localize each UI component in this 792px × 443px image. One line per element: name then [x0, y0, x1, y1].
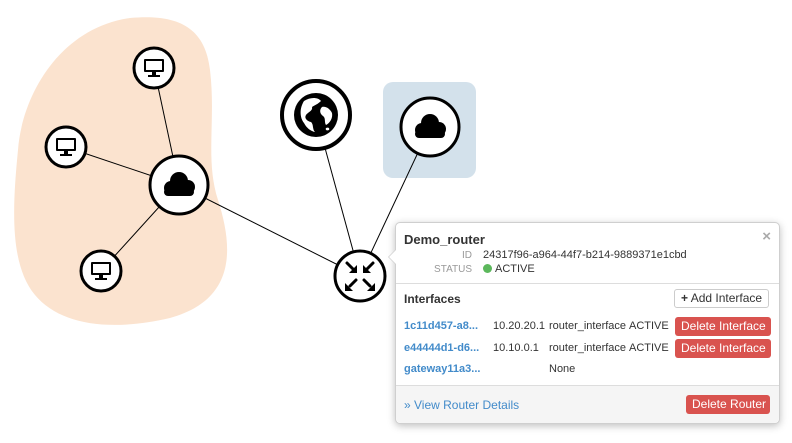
delete-router-button[interactable]: Delete Router	[686, 395, 770, 414]
interface-id-link[interactable]: 1c11d457-a8...	[404, 320, 478, 332]
delete-interface-button[interactable]: Delete Interface	[675, 317, 771, 336]
instance-node-1[interactable]	[132, 46, 176, 90]
interface-ip: 10.20.20.1	[493, 320, 545, 332]
interface-id-link[interactable]: e44444d1-d6...	[404, 342, 479, 354]
network-topology-canvas: × Demo_router ID 24317f96-a964-44f7-b214…	[0, 0, 792, 443]
external-network-node[interactable]	[399, 96, 461, 158]
interface-row-2: e44444d1-d6... 10.10.0.1 router_interfac…	[396, 339, 779, 359]
instance-node-2[interactable]	[44, 125, 88, 169]
interface-status: ACTIVE	[629, 320, 669, 332]
interface-type: router_interface	[549, 320, 627, 332]
interface-type: None	[549, 363, 576, 375]
interfaces-heading: Interfaces	[404, 292, 461, 306]
popover-arrow	[388, 249, 396, 265]
interface-id-link[interactable]: gateway11a3...	[404, 363, 480, 375]
status-label: STATUS	[434, 264, 472, 275]
router-id-row: ID 24317f96-a964-44f7-b214-9889371e1cbd	[396, 249, 766, 263]
status-dot-icon	[483, 264, 492, 273]
divider	[396, 283, 779, 284]
instance-node-3[interactable]	[79, 249, 123, 293]
view-router-details-link[interactable]: » View Router Details	[404, 398, 519, 412]
router-node[interactable]	[333, 249, 387, 303]
add-interface-button[interactable]: + Add Interface	[674, 289, 770, 308]
interface-row-1: 1c11d457-a8... 10.20.20.1 router_interfa…	[396, 317, 779, 337]
private-network-node[interactable]	[148, 154, 210, 216]
close-icon[interactable]: ×	[762, 229, 771, 244]
router-id-value: 24317f96-a964-44f7-b214-9889371e1cbd	[483, 249, 687, 261]
router-name: Demo_router	[404, 232, 485, 247]
globe-icon	[294, 93, 338, 137]
id-label: ID	[462, 250, 472, 261]
add-interface-label: Add Interface	[690, 291, 763, 305]
router-details-popover: × Demo_router ID 24317f96-a964-44f7-b214…	[388, 222, 780, 424]
interface-ip: 10.10.0.1	[493, 342, 539, 354]
delete-interface-button[interactable]: Delete Interface	[675, 339, 771, 358]
router-status: ACTIVE	[483, 263, 535, 275]
popover-footer: » View Router Details Delete Router	[396, 385, 779, 423]
public-network-node[interactable]	[280, 79, 352, 151]
router-status-row: STATUS ACTIVE	[396, 263, 766, 277]
plus-icon: +	[681, 291, 689, 305]
interface-type: router_interface	[549, 342, 627, 354]
status-value: ACTIVE	[495, 263, 535, 275]
interface-row-3: gateway11a3... None	[396, 360, 779, 380]
interface-status: ACTIVE	[629, 342, 669, 354]
